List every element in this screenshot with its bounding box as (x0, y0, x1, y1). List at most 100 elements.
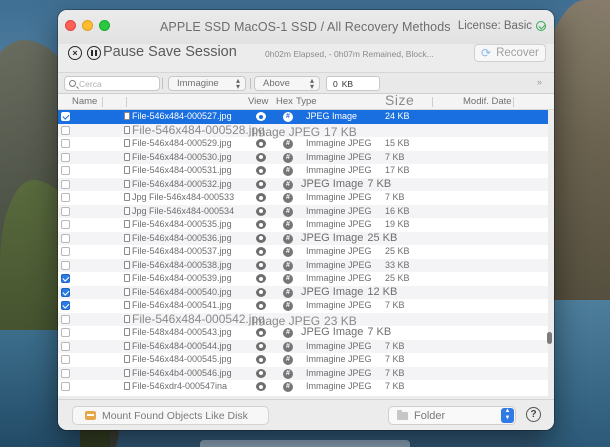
file-row[interactable]: File-546xdr4-000547ina # Immagine JPEG 7 KB (58, 380, 548, 394)
row-checkbox[interactable] (61, 328, 70, 337)
row-checkbox[interactable] (61, 125, 70, 135)
close-window-button[interactable] (65, 20, 76, 31)
eye-icon[interactable] (256, 260, 266, 270)
hex-icon[interactable]: # (283, 179, 293, 190)
row-checkbox[interactable] (61, 139, 70, 148)
file-row[interactable]: File-546x484-000536.jpg # JPEG Image 25 KB (58, 231, 548, 245)
row-checkbox[interactable] (61, 382, 70, 391)
row-checkbox[interactable] (61, 314, 70, 324)
help-button[interactable]: ? (526, 407, 541, 422)
file-row[interactable]: Jpg File-546x484-000533 # Immagine JPEG 7 K… (58, 191, 548, 205)
eye-icon[interactable] (256, 368, 266, 378)
file-row[interactable]: File-546x484-000539.jpg # Immagine JPEG 25 … (58, 272, 548, 286)
eye-icon[interactable] (256, 287, 266, 297)
row-checkbox[interactable] (61, 112, 70, 121)
file-row[interactable]: File-546x484-000544.jpg # Immagine JPEG 7 K… (58, 339, 548, 353)
eye-icon[interactable] (256, 355, 266, 364)
hex-icon[interactable]: # (283, 355, 293, 365)
size-threshold-field[interactable]: 0 KB (326, 76, 380, 91)
row-checkbox[interactable] (61, 368, 70, 378)
row-checkbox[interactable] (61, 341, 70, 351)
eye-icon[interactable] (256, 247, 266, 256)
file-row[interactable]: File-546x484-000541.jpg # Immagine JPEG 7 K… (58, 299, 548, 313)
row-checkbox[interactable] (61, 274, 70, 283)
eye-icon[interactable] (256, 328, 266, 337)
title-bar[interactable]: APPLE SSD MacOS-1 SSD / All Recovery Met… (58, 10, 554, 44)
eye-icon[interactable] (256, 139, 266, 148)
column-size[interactable]: Size (385, 92, 414, 108)
file-row[interactable]: Jpg File-546x484-000534 # Immagine JPEG 16 … (58, 204, 548, 218)
file-row[interactable]: File-546x484-000532.jpg # JPEG Image 7 KB (58, 177, 548, 191)
mount-disk-button[interactable]: Mount Found Objects Like Disk (72, 406, 269, 425)
recover-button[interactable]: ⟳ Recover (474, 44, 546, 62)
row-checkbox[interactable] (61, 233, 70, 243)
eye-icon[interactable] (256, 166, 266, 175)
hex-icon[interactable]: # (283, 274, 293, 284)
eye-icon[interactable] (256, 301, 266, 310)
hex-icon[interactable]: # (283, 112, 293, 122)
file-row[interactable]: File-546x484-000545.jpg # Immagine JPEG 7 K… (58, 353, 548, 367)
hex-icon[interactable]: # (283, 287, 293, 298)
column-hex[interactable]: Hex (276, 96, 293, 107)
file-row[interactable]: File-546x4b4-000546.jpg # Immagine JPEG 7 K… (58, 366, 548, 380)
hex-icon[interactable]: # (283, 233, 293, 244)
row-checkbox[interactable] (61, 247, 70, 256)
file-list[interactable]: File-546x484-000527.jpg # JPEG Image 24 KB F… (58, 110, 548, 396)
row-checkbox[interactable] (61, 260, 70, 270)
file-row[interactable]: File-548x484-000543.jpg # JPEG Image 7 KB (58, 326, 548, 340)
row-checkbox[interactable] (61, 206, 70, 216)
session-label[interactable]: Pause Save Session (103, 44, 237, 60)
hex-icon[interactable]: # (283, 328, 293, 338)
row-checkbox[interactable] (61, 179, 70, 189)
type-filter-select[interactable]: Immagine ▴ ▾ (168, 76, 246, 91)
row-checkbox[interactable] (61, 166, 70, 175)
stop-session-button[interactable]: × (68, 46, 82, 60)
eye-icon[interactable] (256, 152, 266, 162)
row-checkbox[interactable] (61, 355, 70, 364)
row-checkbox[interactable] (61, 301, 70, 310)
expand-chevron-icon[interactable]: » (537, 77, 542, 87)
eye-icon[interactable] (256, 233, 266, 243)
row-checkbox[interactable] (61, 220, 70, 229)
scrollbar-thumb[interactable] (547, 332, 552, 344)
column-view[interactable]: View (248, 96, 268, 107)
hex-icon[interactable]: # (283, 152, 293, 163)
hex-icon[interactable]: # (283, 341, 293, 352)
eye-icon[interactable] (256, 193, 266, 202)
search-input[interactable]: Cerca (64, 76, 160, 91)
eye-icon[interactable] (256, 206, 266, 216)
hex-icon[interactable]: # (283, 382, 293, 392)
eye-icon[interactable] (256, 179, 266, 189)
dock[interactable] (200, 440, 410, 447)
hex-icon[interactable]: # (283, 301, 293, 311)
pause-session-button[interactable] (87, 46, 101, 60)
file-row[interactable]: File-546x484-000531.jpg # Immagine JPEG 17 … (58, 164, 548, 178)
eye-icon[interactable] (256, 220, 266, 229)
file-row[interactable]: File-546x484-000537.jpg # Immagine JPEG 25 … (58, 245, 548, 259)
row-checkbox[interactable] (61, 193, 70, 202)
minimize-window-button[interactable] (82, 20, 93, 31)
file-row[interactable]: File-546x484-000527.jpg # JPEG Image 24 KB (58, 110, 548, 124)
hex-icon[interactable]: # (283, 166, 293, 176)
hex-icon[interactable]: # (283, 260, 293, 271)
file-row[interactable]: File-546x484-000528.jpg Image JPEG 17 KB (58, 123, 548, 139)
column-modified[interactable]: Modif. Date (463, 96, 512, 107)
hex-icon[interactable]: # (283, 247, 293, 257)
file-row[interactable]: File-546x484-000540.jpg # JPEG Image 12 KB (58, 285, 548, 299)
hex-icon[interactable]: # (283, 193, 293, 203)
column-type[interactable]: Type (296, 96, 317, 107)
eye-icon[interactable] (256, 382, 266, 391)
hex-icon[interactable]: # (283, 368, 293, 379)
zoom-window-button[interactable] (99, 20, 110, 31)
hex-icon[interactable]: # (283, 139, 293, 149)
file-row[interactable]: File-546x484-000538.jpg # Immagine JPEG 33 … (58, 258, 548, 272)
file-row[interactable]: File-546x484-000542.jpg Image JPEG 23 KB (58, 312, 548, 328)
file-row[interactable]: File-546x484-000535.jpg # Immagine JPEG 19 … (58, 218, 548, 232)
eye-icon[interactable] (256, 274, 266, 283)
eye-icon[interactable] (256, 112, 266, 121)
file-row[interactable]: File-546x484-000530.jpg # Immagine JPEG 7 K… (58, 150, 548, 164)
eye-icon[interactable] (256, 341, 266, 351)
hex-icon[interactable]: # (283, 220, 293, 230)
hex-icon[interactable]: # (283, 206, 293, 217)
row-checkbox[interactable] (61, 287, 70, 297)
